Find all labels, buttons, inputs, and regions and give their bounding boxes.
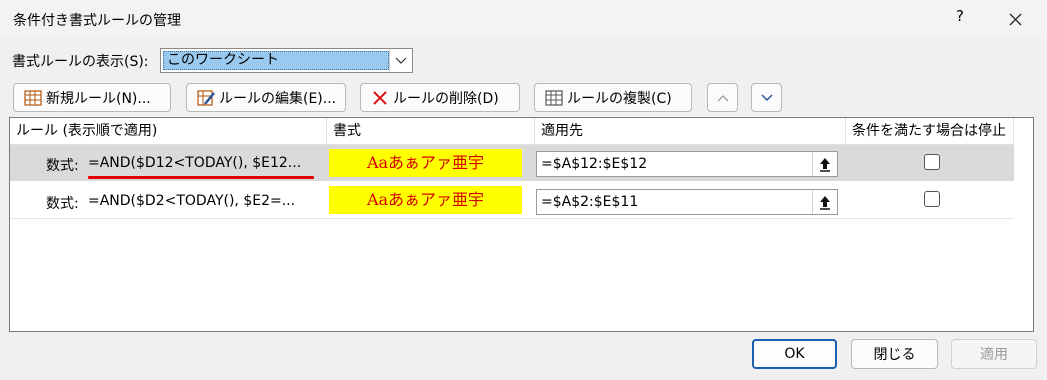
edit-rule-icon (197, 89, 215, 107)
show-rules-dropdown[interactable]: このワークシート (160, 48, 413, 73)
stop-if-true-checkbox[interactable] (924, 154, 940, 170)
show-rules-selected: このワークシート (163, 51, 389, 70)
format-preview: Aaあぁアァ亜宇 (329, 186, 522, 214)
delete-rule-label: ルールの削除(D) (393, 90, 499, 107)
delete-rule-button[interactable]: ルールの削除(D) (360, 83, 520, 112)
applies-to-field[interactable]: =$A$2:$E$11 (536, 189, 838, 215)
edit-rule-button[interactable]: ルールの編集(E)... (186, 83, 346, 112)
chevron-down-icon[interactable] (389, 49, 412, 72)
header-stop-if-true: 条件を満たす場合は停止 (846, 118, 1014, 144)
header-format: 書式 (327, 118, 535, 144)
format-preview: Aaあぁアァ亜宇 (329, 149, 522, 177)
chevron-down-icon (760, 93, 773, 101)
chevron-up-icon (717, 94, 728, 101)
delete-x-icon (371, 89, 389, 107)
duplicate-rule-label: ルールの複製(C) (567, 90, 672, 107)
rule-type: 数式: (46, 196, 79, 212)
window-title: 条件付き書式ルールの管理 (13, 13, 181, 29)
annotation-underline (88, 176, 314, 179)
header-rule: ルール (表示順で適用) (10, 118, 327, 144)
applies-to-value: =$A$2:$E$11 (541, 194, 639, 210)
rule-formula: =AND($D2<TODAY(), $E2=... (88, 193, 296, 209)
close-window-button[interactable] (1000, 4, 1030, 34)
edit-rule-label: ルールの編集(E)... (219, 90, 337, 107)
close-button[interactable]: 閉じる (851, 339, 938, 369)
help-button[interactable]: ? (950, 7, 970, 31)
rule-formula: =AND($D12<TODAY(), $E12... (88, 155, 302, 171)
applies-to-value: =$A$12:$E$12 (541, 156, 648, 172)
duplicate-rule-icon (545, 89, 563, 107)
stop-if-true-checkbox[interactable] (924, 191, 940, 207)
close-icon (1009, 13, 1022, 26)
duplicate-rule-button[interactable]: ルールの複製(C) (534, 83, 692, 112)
ok-button[interactable]: OK (752, 339, 837, 369)
new-rule-label: 新規ルール(N)... (46, 90, 151, 107)
rule-type: 数式: (46, 158, 79, 174)
collapse-range-icon[interactable] (812, 152, 837, 176)
show-rules-label: 書式ルールの表示(S): (12, 54, 149, 70)
new-rule-button[interactable]: 新規ルール(N)... (13, 83, 171, 112)
move-up-button[interactable] (707, 83, 738, 112)
header-applies-to: 適用先 (535, 118, 846, 144)
new-rule-icon (24, 89, 42, 107)
row-divider (10, 218, 1014, 219)
apply-button[interactable]: 適用 (951, 339, 1037, 369)
applies-to-field[interactable]: =$A$12:$E$12 (536, 151, 838, 177)
move-down-button[interactable] (751, 83, 782, 112)
collapse-range-icon[interactable] (812, 190, 837, 214)
